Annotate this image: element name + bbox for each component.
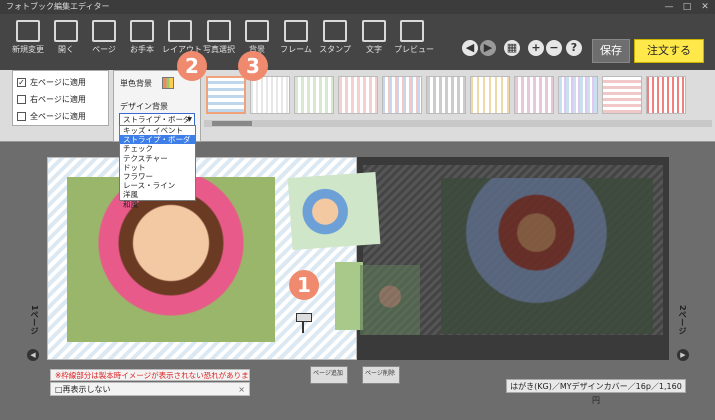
color-palette-icon[interactable] [162,77,174,89]
thumbs-up-icon [130,20,154,42]
maximize-button[interactable]: □ [678,0,696,14]
close-window-button[interactable]: ✕ [696,0,714,14]
delete-page-button[interactable]: ページ削除 [362,366,400,384]
marker-1: 1 [289,270,319,300]
background-thumbnail-strip [204,74,712,118]
dropdown-option-selected[interactable]: ストライプ・ボーダー [120,135,195,153]
sliders-icon [245,20,269,42]
background-thumbnail[interactable] [250,76,290,114]
product-info: はがき(KG)／MYデザインカバー／16p／1,160円 [506,379,686,405]
zoom-in-icon[interactable]: + [528,40,544,56]
help-icon[interactable]: ? [566,40,582,56]
tool-preview[interactable]: プレビュー [394,20,434,55]
paint-roller-icon [296,313,312,333]
stamp-icon [323,20,347,42]
title-bar: フォトブック編集エディター — □ ✕ [0,0,715,14]
background-thumbnail[interactable] [558,76,598,114]
folder-icon [54,20,78,42]
background-thumbnail[interactable] [382,76,422,114]
zoom-out-icon[interactable]: − [546,40,562,56]
dropdown-option[interactable]: ドット [120,163,195,172]
close-warning-icon[interactable]: × [238,383,245,397]
dropdown-option[interactable]: テクスチャー [120,154,195,163]
new-icon [16,20,40,42]
apply-right-checkbox[interactable]: 右ページに適用 [17,91,104,108]
image-icon [207,20,231,42]
grid-icon[interactable]: ▦ [504,40,520,56]
tool-layout[interactable]: レイアウト [162,20,202,55]
window-title: フォトブック編集エディター [6,2,110,11]
tool-page[interactable]: ページ [86,20,122,55]
marker-3: 3 [238,51,268,81]
tool-new[interactable]: 新規変更 [10,20,46,55]
dropdown-option[interactable]: チェック [120,144,195,153]
apply-left-checkbox[interactable]: ✓ 左ページに適用 [17,74,104,91]
redo-icon[interactable]: ▶ [480,40,496,56]
background-thumbnail[interactable] [646,76,686,114]
solid-background-label: 単色背景 [120,79,152,88]
undo-icon[interactable]: ◀ [462,40,478,56]
dropdown-option[interactable]: レース・ライン [120,181,195,190]
dropdown-option[interactable]: キッズ・イベント [120,126,195,135]
tool-photo-select[interactable]: 写真選択 [201,20,237,55]
background-thumbnail[interactable] [470,76,510,114]
bleed-warning: ※枠線部分は製本時イメージが表示されない恐れがあります。 [50,369,250,392]
right-page-label: 2ページ [678,305,687,335]
photo-small-1[interactable] [287,172,381,250]
tool-sample[interactable]: お手本 [124,20,160,55]
dropdown-option[interactable]: 和風 [120,200,195,209]
check-icon: ✓ [17,78,26,87]
prev-page-arrow-icon[interactable]: ◀ [27,349,39,361]
minimize-button[interactable]: — [660,0,678,14]
tool-text[interactable]: 文字 [356,20,392,55]
background-thumbnail[interactable] [294,76,334,114]
main-toolbar: 新規変更 開く ページ お手本 レイアウト 写真選択 背景 フレーム スタンプ … [0,14,715,70]
tool-stamp[interactable]: スタンプ [317,20,353,55]
tool-background[interactable]: 背景 [239,20,275,55]
dropdown-option[interactable]: 洋風 [120,190,195,199]
left-page-label: 1ページ [30,305,39,335]
design-background-label: デザイン背景 [120,102,168,111]
page-icon [92,20,116,42]
background-thumbnail[interactable] [426,76,466,114]
scrollbar-thumb[interactable] [212,121,252,126]
order-button[interactable]: 注文する [634,39,704,63]
design-category-dropdown: キッズ・イベント ストライプ・ボーダー チェック テクスチャー ドット フラワー… [119,125,196,209]
background-thumbnail[interactable] [338,76,378,114]
thumbnail-scrollbar[interactable] [204,120,712,127]
apply-all-checkbox[interactable]: 全ページに適用 [17,108,104,125]
add-page-button[interactable]: ページ追加 [310,366,348,384]
background-thumbnail-selected[interactable] [206,76,246,114]
preview-icon [400,20,424,42]
text-icon [362,20,386,42]
photo-small-2[interactable] [335,262,363,330]
photo-small-3[interactable] [360,265,420,335]
save-button[interactable]: 保存 [592,39,630,63]
apply-scope-box: ✓ 左ページに適用 右ページに適用 全ページに適用 [12,70,109,126]
background-thumbnail[interactable] [514,76,554,114]
dropdown-option[interactable]: フラワー [120,172,195,181]
next-page-arrow-icon[interactable]: ▶ [677,349,689,361]
hide-again-checkbox[interactable]: □再表示しない × [50,382,250,396]
photo-boy-main[interactable] [441,178,653,334]
layout-icon [168,20,192,42]
background-thumbnail[interactable] [602,76,642,114]
tool-open[interactable]: 開く [48,20,84,55]
frame-icon [284,20,308,42]
marker-2: 2 [177,51,207,81]
tool-frame[interactable]: フレーム [278,20,314,55]
